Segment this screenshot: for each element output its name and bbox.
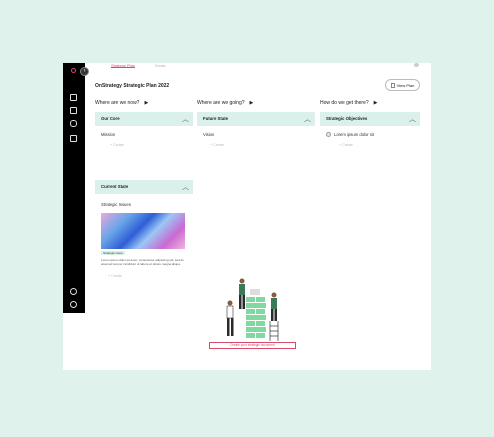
question-now: Where are we now? ▶ — [95, 100, 148, 106]
dashboard-icon[interactable] — [70, 94, 77, 101]
vision-label: Vision — [203, 132, 215, 137]
logo-icon — [71, 68, 76, 73]
strategic-issue-tag: Strategic issue — [101, 251, 125, 255]
top-tab-bar: Strategy Plan Goals — [85, 63, 431, 69]
create-objective-button[interactable]: + Create — [339, 143, 353, 147]
card-title: Future State — [203, 116, 229, 121]
objective-status-icon — [326, 132, 331, 138]
team-building-illustration — [226, 278, 279, 341]
question-now-text: Where are we now? — [95, 100, 140, 106]
chevron-up-icon[interactable]: ︿ — [182, 182, 189, 192]
ladder — [269, 321, 279, 341]
mission-label: Mission — [101, 132, 116, 137]
user-avatar-icon[interactable] — [414, 63, 419, 67]
card-our-core-header[interactable]: Our Core ︿ — [95, 112, 193, 126]
strategic-issue-image[interactable] — [101, 213, 185, 249]
create-strategic-document-button[interactable]: Create your strategic document — [209, 342, 296, 349]
checklist-icon[interactable] — [70, 107, 77, 114]
chevron-right-icon[interactable]: ▶ — [250, 100, 254, 106]
sidebar — [63, 63, 85, 313]
thumbs-up-icon[interactable] — [70, 120, 77, 127]
question-getting-there-text: How do we get there? — [320, 100, 369, 106]
help-icon[interactable] — [70, 301, 77, 308]
create-label: Create — [111, 274, 122, 278]
app-window: ‹ Strategy Plan Goals OnStrategy Strateg… — [63, 63, 431, 370]
question-going-text: Where are we going? — [197, 100, 245, 106]
person-left — [226, 300, 234, 336]
create-mission-button[interactable]: + Create — [110, 143, 124, 147]
create-label: Create — [342, 143, 353, 147]
gear-icon[interactable] — [70, 288, 77, 295]
page-title: OnStrategy Strategic Plan 2022 — [95, 83, 170, 89]
strategic-issue-description: Lorem ipsum dolor sit amet, consectetur … — [101, 258, 184, 266]
tab-strategy-plan[interactable]: Strategy Plan — [111, 63, 136, 68]
create-label: Create — [213, 143, 224, 147]
question-getting-there: How do we get there? ▶ — [320, 100, 378, 106]
chevron-right-icon[interactable]: ▶ — [374, 100, 378, 106]
tab-goals[interactable]: Goals — [155, 63, 165, 68]
card-title: Strategic Objectives — [326, 116, 368, 121]
view-plan-button[interactable]: View Plan — [385, 79, 420, 91]
create-issue-button[interactable]: + Create — [108, 274, 122, 278]
person-right — [271, 292, 277, 321]
card-future-state-header[interactable]: Future State ︿ — [197, 112, 315, 126]
card-current-state-header[interactable]: Current State ︿ — [95, 180, 193, 194]
person-middle — [239, 278, 245, 309]
block-tower — [246, 297, 266, 338]
chevron-right-icon[interactable]: ▶ — [144, 100, 148, 106]
chevron-up-icon[interactable]: ︿ — [304, 114, 311, 124]
objective-text: Lorem ipsum dolor sit — [334, 132, 375, 137]
chevron-up-icon[interactable]: ︿ — [182, 114, 189, 124]
objective-item[interactable]: Lorem ipsum dolor sit — [326, 132, 375, 138]
card-strategic-objectives-header[interactable]: Strategic Objectives ︿ — [320, 112, 420, 126]
strategic-issues-label: Strategic Issues — [101, 202, 131, 207]
chevron-up-icon[interactable]: ︿ — [409, 114, 416, 124]
card-title: Our Core — [101, 116, 120, 121]
document-icon — [390, 82, 395, 88]
question-going: Where are we going? ▶ — [197, 100, 253, 106]
view-plan-label: View Plan — [396, 82, 415, 88]
floating-block — [250, 289, 260, 295]
document-icon[interactable] — [70, 135, 77, 142]
card-title: Current State — [101, 184, 129, 189]
create-label: Create — [113, 143, 124, 147]
create-vision-button[interactable]: + Create — [210, 143, 224, 147]
